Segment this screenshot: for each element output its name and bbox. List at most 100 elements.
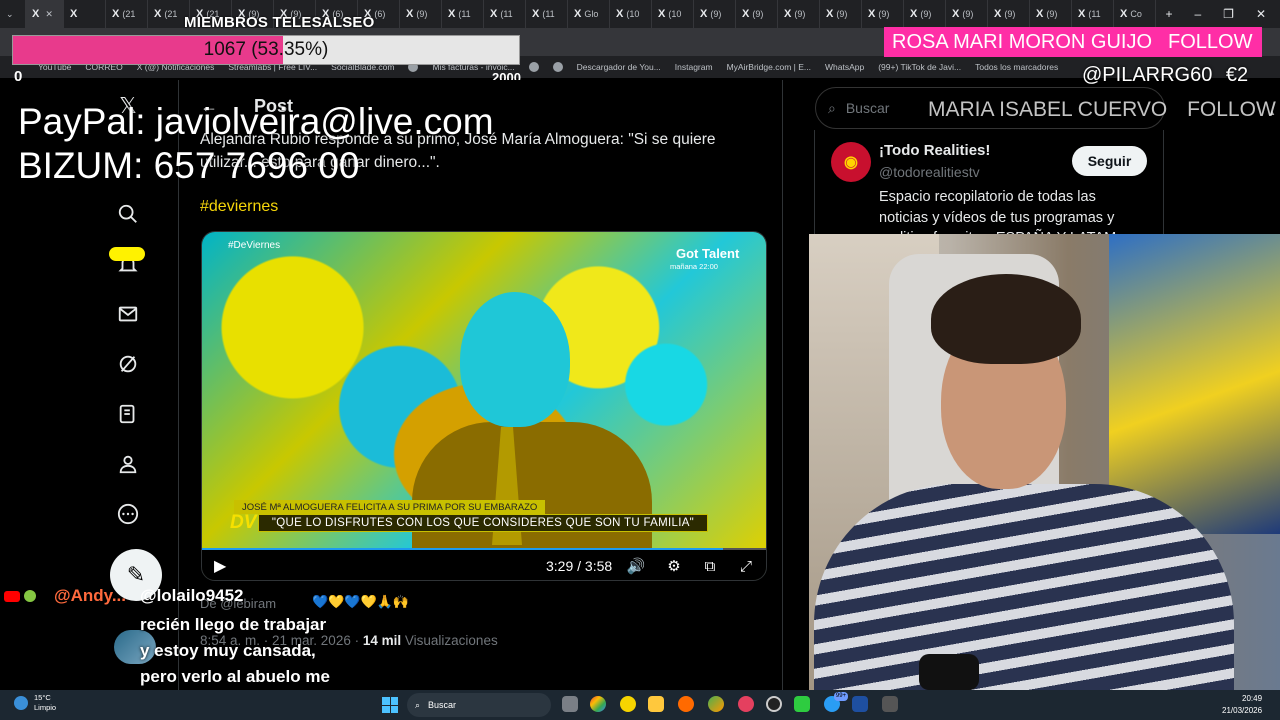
members-goal-text: 1067 (53.35%) bbox=[203, 39, 329, 60]
clock-time: 20:49 bbox=[1242, 694, 1263, 703]
browser-tab[interactable]: X (9) bbox=[988, 0, 1030, 28]
browser-tab[interactable]: X (9) bbox=[736, 0, 778, 28]
tip-alert: @PILARRG60 €2 bbox=[1082, 64, 1248, 87]
task-view-icon[interactable] bbox=[562, 696, 578, 712]
browser-tab-label: (9) bbox=[962, 9, 974, 19]
chrome-icon[interactable] bbox=[590, 696, 606, 712]
play-icon[interactable]: ▶ bbox=[214, 556, 234, 576]
windows-start-icon[interactable] bbox=[382, 697, 398, 713]
video-frame[interactable]: #DeViernes Got Talent mañana 22:00 JOSÉ … bbox=[202, 232, 766, 550]
browser-tab[interactable]: X (9) bbox=[694, 0, 736, 28]
goal-min-label: 0 bbox=[14, 68, 23, 85]
paint-icon[interactable] bbox=[708, 696, 724, 712]
follow-button[interactable]: Seguir bbox=[1072, 146, 1147, 176]
rumble-icon bbox=[24, 590, 36, 602]
app-green-icon[interactable] bbox=[794, 696, 810, 712]
browser-tab[interactable]: X (9) bbox=[400, 0, 442, 28]
profile-person-icon[interactable] bbox=[114, 450, 142, 478]
video-brand: Got Talent bbox=[676, 246, 740, 261]
follower-name-2: MARIA ISABEL CUERVO bbox=[928, 98, 1168, 121]
video-person-head bbox=[460, 292, 570, 427]
webcam-poster bbox=[1109, 234, 1280, 534]
browser-tab[interactable]: X bbox=[64, 0, 106, 28]
browser-tab[interactable]: X Co bbox=[1114, 0, 1156, 28]
account-avatar[interactable]: ◉ bbox=[831, 142, 871, 182]
webcam-person-shirt bbox=[814, 484, 1234, 690]
bookmark-item[interactable]: Descargador de You... bbox=[577, 62, 661, 72]
browser-tab-label: (11 bbox=[458, 9, 471, 19]
bookmark-item[interactable]: Todos los marcadores bbox=[975, 62, 1058, 72]
windows-taskbar bbox=[0, 690, 1280, 720]
bookmark-item[interactable] bbox=[552, 62, 563, 72]
browser-tab-label: (11 bbox=[542, 9, 555, 19]
x-favicon-icon: X bbox=[868, 8, 876, 20]
browser-tab[interactable]: X (10 bbox=[610, 0, 652, 28]
bookmark-item[interactable]: MyAirBridge.com | E... bbox=[727, 62, 811, 72]
browser-tab[interactable]: X (9) bbox=[778, 0, 820, 28]
browser-tab[interactable]: X Glo bbox=[568, 0, 610, 28]
tab-list-button[interactable]: ⌄ bbox=[0, 0, 26, 28]
picture-in-picture-icon[interactable]: ⧉ bbox=[700, 556, 720, 576]
tip-amount: €2 bbox=[1225, 64, 1249, 86]
bookmark-item[interactable]: Instagram bbox=[675, 62, 713, 72]
new-tab-icon[interactable]: + bbox=[1165, 7, 1172, 21]
taskbar-search[interactable]: ⌕ Buscar bbox=[407, 693, 551, 717]
browser-tab[interactable]: X ✕ bbox=[26, 0, 64, 28]
volume-icon[interactable]: 🔊 bbox=[626, 556, 646, 576]
maximize-icon[interactable]: ❐ bbox=[1223, 7, 1234, 21]
browser-tab-label: (9) bbox=[794, 9, 806, 19]
browser-tab[interactable]: X (9) bbox=[820, 0, 862, 28]
minimize-icon[interactable]: – bbox=[1194, 7, 1201, 21]
app-gray-icon[interactable] bbox=[882, 696, 898, 712]
post-hashtag[interactable]: #deviernes bbox=[200, 198, 278, 216]
browser-tab[interactable]: X (21 bbox=[106, 0, 148, 28]
browser-tab[interactable]: X (9) bbox=[904, 0, 946, 28]
video-hashtag: #DeViernes bbox=[228, 240, 281, 251]
close-tab-icon[interactable]: ✕ bbox=[45, 9, 53, 20]
video-chyron-top: JOSÉ Mª ALMOGUERA FELICITA A SU PRIMA PO… bbox=[234, 500, 546, 514]
browser-tab[interactable]: X (11 bbox=[442, 0, 484, 28]
video-player[interactable]: #DeViernes Got Talent mañana 22:00 JOSÉ … bbox=[201, 231, 767, 581]
obs-icon[interactable] bbox=[766, 696, 782, 712]
search-placeholder: Buscar bbox=[845, 100, 890, 116]
fullscreen-icon[interactable]: ⤢ bbox=[736, 556, 756, 576]
browser-tab[interactable]: X (9) bbox=[1030, 0, 1072, 28]
x-favicon-icon: X bbox=[658, 8, 666, 20]
browser-tab[interactable]: X (11 bbox=[1072, 0, 1114, 28]
app-red-icon[interactable] bbox=[738, 696, 754, 712]
weather-temp: 15°C bbox=[34, 693, 51, 702]
app-yellow-icon[interactable] bbox=[620, 696, 636, 712]
file-explorer-icon[interactable] bbox=[648, 696, 664, 712]
browser-tab-label: (10 bbox=[668, 9, 682, 19]
follower-name: ROSA MARI MORON GUIJO bbox=[892, 30, 1153, 53]
paypal-line: PayPal: javiolveira@live.com bbox=[18, 101, 494, 142]
browser-tab-label: (9) bbox=[836, 9, 848, 19]
settings-gear-icon[interactable]: ⚙ bbox=[664, 556, 684, 576]
messages-mail-icon[interactable] bbox=[114, 300, 142, 328]
browser-tab-label: (21 bbox=[164, 9, 178, 19]
browser-tab[interactable]: X (11 bbox=[526, 0, 568, 28]
taskbar-clock[interactable]: 20:49 21/03/2026 bbox=[1222, 693, 1262, 717]
search-icon: ⌕ bbox=[828, 99, 836, 116]
firefox-icon[interactable] bbox=[678, 696, 694, 712]
bookmark-item[interactable]: (99+) TikTok de Javi... bbox=[878, 62, 961, 72]
more-circle-icon[interactable] bbox=[114, 500, 142, 528]
bookmark-item[interactable] bbox=[528, 62, 539, 72]
browser-tab[interactable]: X (9) bbox=[946, 0, 988, 28]
account-handle: @todorealitiestv bbox=[879, 164, 980, 180]
app-blue-icon[interactable] bbox=[852, 696, 868, 712]
search-icon[interactable] bbox=[114, 200, 142, 228]
x-favicon-icon: X bbox=[826, 8, 834, 20]
browser-tab[interactable]: X (10 bbox=[652, 0, 694, 28]
close-window-icon[interactable]: ✕ bbox=[1256, 7, 1266, 21]
bookmark-item[interactable]: WhatsApp bbox=[825, 62, 864, 72]
video-chyron-main: "QUE LO DISFRUTES CON LOS QUE CONSIDERES… bbox=[258, 514, 708, 532]
account-name[interactable]: ¡Todo Realities! bbox=[879, 142, 990, 159]
browser-tab[interactable]: X (9) bbox=[862, 0, 904, 28]
grok-icon[interactable] bbox=[114, 350, 142, 378]
clock-date: 21/03/2026 bbox=[1222, 706, 1263, 715]
weather-widget[interactable]: 15°C Limpio bbox=[14, 693, 56, 713]
lists-icon[interactable] bbox=[114, 400, 142, 428]
browser-tab-label: (11 bbox=[500, 9, 513, 19]
browser-tab[interactable]: X (11 bbox=[484, 0, 526, 28]
